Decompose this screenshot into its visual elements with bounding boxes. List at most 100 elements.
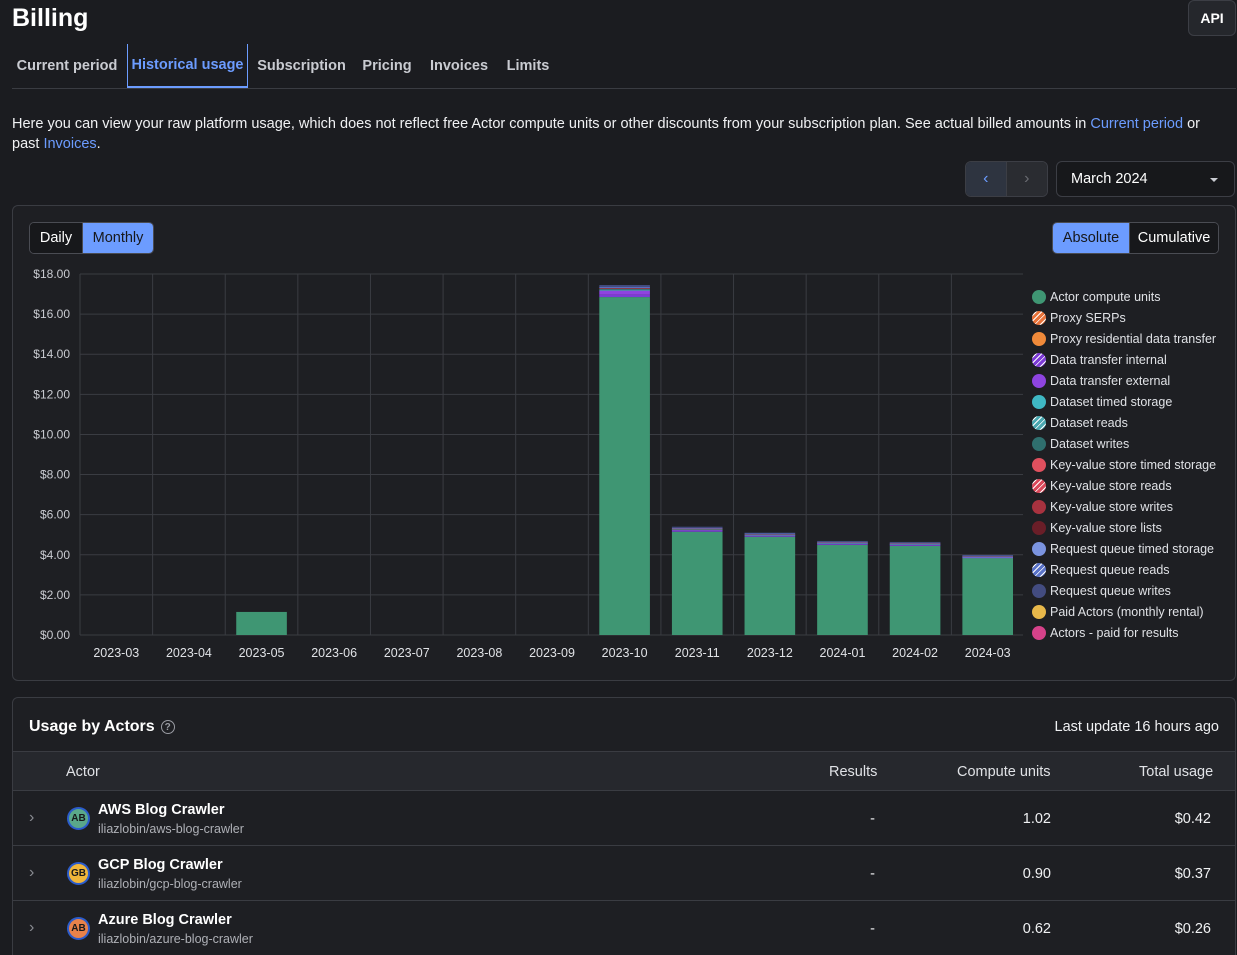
intro-text: Here you can view your raw platform usag… bbox=[12, 114, 1227, 154]
legend-item[interactable]: Key-value store reads bbox=[1032, 475, 1216, 496]
chevron-right-icon[interactable]: › bbox=[29, 809, 34, 827]
legend-label: Key-value store writes bbox=[1050, 499, 1173, 514]
legend-item[interactable]: Request queue writes bbox=[1032, 580, 1216, 601]
column-header-results[interactable]: Results bbox=[829, 764, 877, 780]
mode-toggle: Absolute Cumulative bbox=[1052, 222, 1219, 254]
column-header-compute-units[interactable]: Compute units bbox=[957, 764, 1051, 780]
x-tick-label: 2023-09 bbox=[529, 646, 575, 660]
legend-item[interactable]: Data transfer internal bbox=[1032, 349, 1216, 370]
next-period-button[interactable]: › bbox=[1006, 162, 1047, 196]
api-button[interactable]: API bbox=[1188, 0, 1236, 36]
actor-slug: iliazlobin/aws-blog-crawler bbox=[98, 822, 244, 836]
month-select-value: March 2024 bbox=[1071, 171, 1148, 187]
current-period-link[interactable]: Current period bbox=[1090, 116, 1183, 132]
bar-segment bbox=[817, 544, 868, 635]
avatar: GB bbox=[67, 862, 90, 885]
legend-swatch bbox=[1032, 415, 1046, 430]
actor-name[interactable]: AWS Blog Crawler bbox=[98, 802, 225, 818]
bar-segment bbox=[671, 527, 723, 529]
legend-item[interactable]: Dataset writes bbox=[1032, 433, 1216, 454]
legend-swatch bbox=[1032, 289, 1046, 304]
column-header-actor[interactable]: Actor bbox=[66, 764, 100, 780]
legend-item[interactable]: Key-value store writes bbox=[1032, 496, 1216, 517]
legend-item[interactable]: Request queue reads bbox=[1032, 559, 1216, 580]
chevron-right-icon[interactable]: › bbox=[29, 864, 34, 882]
legend-item[interactable]: Dataset timed storage bbox=[1032, 391, 1216, 412]
legend-item[interactable]: Proxy SERPs bbox=[1032, 307, 1216, 328]
bar-segment bbox=[599, 294, 650, 298]
bar-segment bbox=[889, 541, 941, 543]
bar-segment bbox=[599, 297, 650, 635]
legend-swatch bbox=[1032, 436, 1046, 451]
y-tick-label: $0.00 bbox=[40, 628, 70, 642]
absolute-button[interactable]: Absolute bbox=[1053, 223, 1129, 253]
legend-label: Key-value store timed storage bbox=[1050, 457, 1217, 472]
y-tick-label: $12.00 bbox=[33, 387, 70, 401]
tab-current-period[interactable]: Current period bbox=[12, 44, 122, 88]
x-tick-label: 2024-01 bbox=[820, 646, 866, 660]
tab-subscription[interactable]: Subscription bbox=[256, 44, 347, 88]
compute-units-cell: 0.90 bbox=[1022, 866, 1051, 882]
table-row[interactable]: › AB Azure Blog Crawler iliazlobin/azure… bbox=[13, 901, 1235, 955]
table-row[interactable]: › GB GCP Blog Crawler iliazlobin/gcp-blo… bbox=[13, 846, 1235, 901]
bar-segment bbox=[817, 544, 868, 545]
tab-pricing[interactable]: Pricing bbox=[360, 44, 414, 88]
legend-swatch bbox=[1032, 478, 1046, 493]
bar-segment bbox=[744, 532, 796, 534]
last-update-text: Last update 16 hours ago bbox=[1054, 719, 1219, 735]
bar-segment bbox=[744, 535, 796, 537]
bar-segment bbox=[962, 554, 1013, 556]
actor-name[interactable]: GCP Blog Crawler bbox=[98, 857, 223, 873]
chart-legend: Actor compute units Proxy SERPs Proxy resi… bbox=[1032, 286, 1216, 643]
legend-swatch bbox=[1032, 373, 1046, 388]
legend-item[interactable]: Actor compute units bbox=[1032, 286, 1216, 307]
avatar: AB bbox=[67, 807, 90, 830]
total-usage-cell: $0.37 bbox=[1174, 866, 1211, 882]
table-row[interactable]: › AB AWS Blog Crawler iliazlobin/aws-blo… bbox=[13, 791, 1235, 846]
legend-swatch bbox=[1032, 562, 1046, 577]
total-usage-cell: $0.42 bbox=[1174, 811, 1211, 827]
x-tick-label: 2023-04 bbox=[166, 646, 212, 660]
month-select[interactable]: March 2024 bbox=[1056, 161, 1235, 197]
legend-swatch bbox=[1032, 604, 1046, 619]
bar-segment bbox=[671, 526, 723, 528]
invoices-link[interactable]: Invoices bbox=[43, 136, 96, 152]
y-tick-label: $2.00 bbox=[40, 588, 70, 602]
legend-item[interactable]: Data transfer external bbox=[1032, 370, 1216, 391]
legend-item[interactable]: Dataset reads bbox=[1032, 412, 1216, 433]
tab-limits[interactable]: Limits bbox=[504, 44, 552, 88]
legend-item[interactable]: Actors - paid for results bbox=[1032, 622, 1216, 643]
cumulative-button[interactable]: Cumulative bbox=[1129, 223, 1218, 253]
compute-units-cell: 0.62 bbox=[1022, 921, 1051, 937]
bar-segment bbox=[889, 542, 941, 544]
y-tick-label: $18.00 bbox=[33, 267, 70, 281]
chevron-left-icon: ‹ bbox=[983, 170, 989, 187]
column-header-total-usage[interactable]: Total usage bbox=[1139, 764, 1213, 780]
legend-swatch bbox=[1032, 625, 1046, 640]
tab-historical-usage[interactable]: Historical usage bbox=[127, 44, 248, 88]
legend-item[interactable]: Key-value store timed storage bbox=[1032, 454, 1216, 475]
legend-label: Dataset writes bbox=[1050, 436, 1130, 451]
y-tick-label: $16.00 bbox=[33, 307, 70, 321]
help-icon[interactable]: ? bbox=[160, 720, 175, 734]
bar-segment bbox=[671, 530, 723, 532]
usage-chart-panel: Daily Monthly Absolute Cumulative $0.00 $… bbox=[12, 205, 1236, 681]
chevron-right-icon[interactable]: › bbox=[29, 919, 34, 937]
avatar: AB bbox=[67, 917, 90, 940]
tab-invoices[interactable]: Invoices bbox=[428, 44, 490, 88]
legend-swatch bbox=[1032, 352, 1046, 367]
legend-swatch bbox=[1032, 394, 1046, 409]
actor-name[interactable]: Azure Blog Crawler bbox=[98, 912, 232, 928]
results-cell: - bbox=[870, 866, 875, 882]
legend-item[interactable]: Request queue timed storage bbox=[1032, 538, 1216, 559]
table-header: Actor Results Compute units Total usage bbox=[13, 751, 1235, 791]
legend-item[interactable]: Key-value store lists bbox=[1032, 517, 1216, 538]
usage-by-actors-panel: Usage by Actors ? Last update 16 hours a… bbox=[12, 697, 1236, 955]
page-title: Billing bbox=[12, 4, 89, 32]
legend-item[interactable]: Paid Actors (monthly rental) bbox=[1032, 601, 1216, 622]
bar-segment bbox=[744, 533, 796, 535]
previous-period-button[interactable]: ‹ bbox=[966, 162, 1007, 196]
bar-segment bbox=[599, 287, 650, 289]
legend-item[interactable]: Proxy residential data transfer bbox=[1032, 328, 1216, 349]
y-tick-label: $8.00 bbox=[40, 468, 70, 482]
